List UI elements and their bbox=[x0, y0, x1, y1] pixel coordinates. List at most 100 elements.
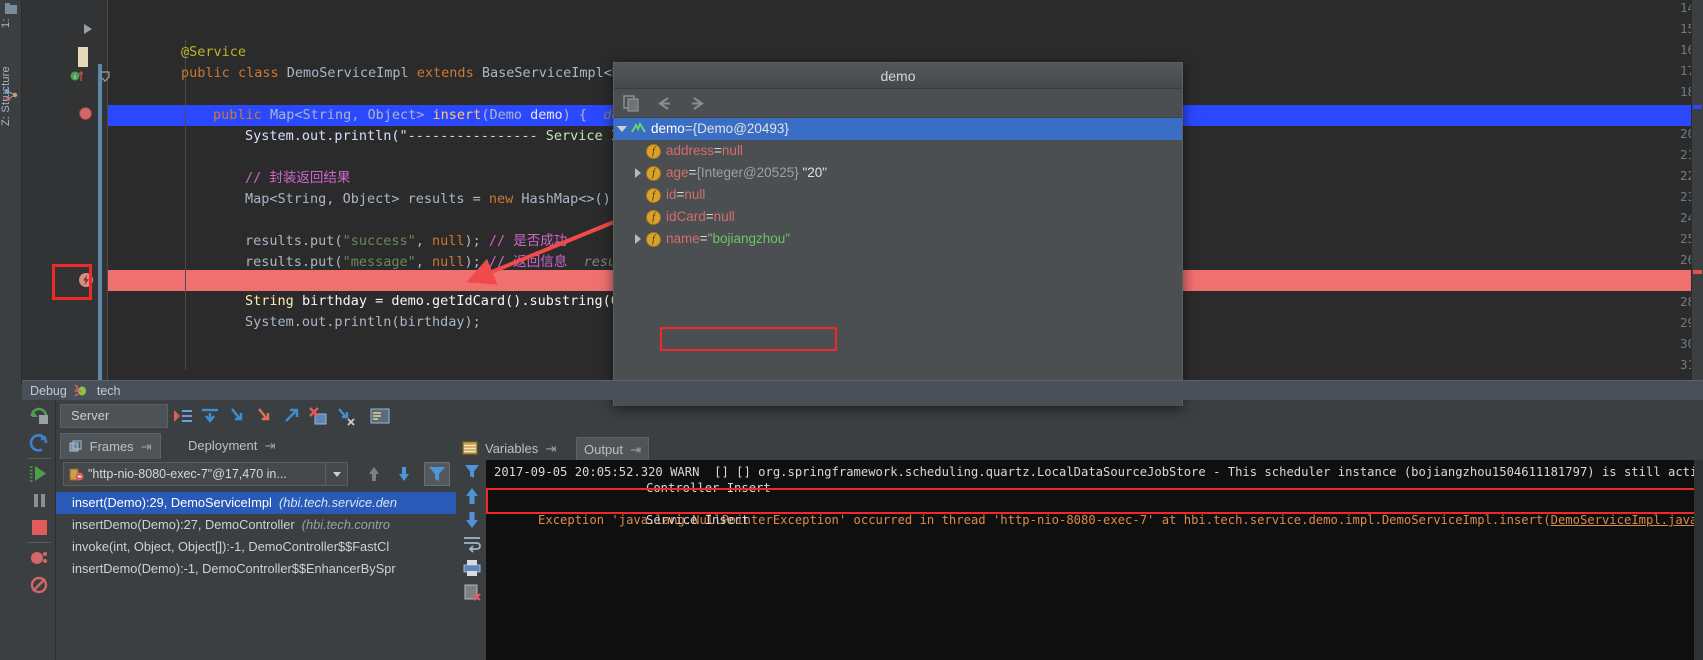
method-entry-marker-icon[interactable]: i bbox=[70, 69, 84, 83]
variables-icon bbox=[462, 441, 478, 455]
frame-pkg-1: (hbi.tech.contro bbox=[301, 517, 390, 532]
twisty-placeholder-id bbox=[630, 184, 646, 206]
tab-deployment-label: Deployment bbox=[188, 438, 258, 453]
up-arrow-icon[interactable] bbox=[365, 464, 383, 484]
println-birthday: System.out.println(birthday); bbox=[245, 314, 481, 330]
stop-icon[interactable] bbox=[29, 517, 50, 538]
print-icon[interactable] bbox=[462, 558, 482, 578]
chevron-down-icon[interactable] bbox=[325, 463, 347, 485]
run-gutter-icon[interactable] bbox=[82, 22, 94, 36]
variable-row-idcard[interactable]: f idCard = null bbox=[614, 206, 1182, 228]
editor-error-stripe[interactable] bbox=[1691, 0, 1703, 385]
kw-class: class bbox=[237, 65, 279, 81]
frame-filter-button[interactable] bbox=[424, 462, 450, 486]
force-step-into-icon[interactable] bbox=[253, 405, 275, 427]
frame-row-0[interactable]: insert(Demo):29, DemoServiceImpl (hbi.te… bbox=[56, 492, 456, 514]
variable-name-idcard: idCard bbox=[666, 209, 706, 224]
forward-arrow-icon[interactable] bbox=[688, 94, 707, 113]
tab-server[interactable]: Server bbox=[60, 404, 168, 428]
console-output[interactable]: 2017-09-05 20:05:52.320 WARN [] [] org.s… bbox=[486, 460, 1703, 660]
variable-value-id: null bbox=[684, 187, 706, 202]
tab-server-label: Server bbox=[71, 408, 110, 423]
variable-ref-age: {Integer@20525} bbox=[696, 165, 799, 180]
results-var: results = bbox=[399, 191, 489, 207]
clear-all-icon[interactable] bbox=[462, 582, 482, 602]
tab-output[interactable]: Output ⇥ bbox=[576, 437, 650, 460]
variable-name-demo: demo bbox=[651, 121, 685, 136]
thread-selector[interactable]: "http-nio-8080-exec-7"@17,470 in... bbox=[63, 462, 348, 486]
show-execution-point-icon[interactable] bbox=[172, 405, 194, 427]
popup-toolbar[interactable] bbox=[614, 89, 1182, 118]
expand-twisty-name[interactable] bbox=[630, 228, 646, 250]
console-side-toolbar[interactable] bbox=[456, 460, 486, 660]
back-arrow-icon[interactable] bbox=[655, 94, 674, 113]
println-call: System.out.println( bbox=[245, 128, 400, 144]
drop-frame-icon[interactable] bbox=[307, 405, 329, 427]
frame-nav-buttons[interactable] bbox=[365, 464, 413, 484]
filter-icon bbox=[429, 467, 445, 481]
annotation-box-gutter-line-29 bbox=[52, 264, 92, 300]
eq-name: = bbox=[699, 231, 708, 246]
tab-variables-label: Variables bbox=[485, 441, 539, 456]
frame-row-3[interactable]: insertDemo(Demo):-1, DemoController$$Enh… bbox=[56, 558, 456, 580]
variable-row-id[interactable]: f id = null bbox=[614, 184, 1182, 206]
mute-breakpoints-icon[interactable] bbox=[29, 575, 50, 596]
variables-output-tabs[interactable]: Variables ⇥ Output ⇥ bbox=[456, 436, 1703, 460]
code-line-25: results.put("success", null); // 是否成功 bbox=[245, 233, 568, 249]
exception-source-link[interactable]: DemoServiceImpl.java:29 bbox=[1551, 513, 1703, 527]
debug-subtabs[interactable]: Frames ⇥ Deployment ⇥ bbox=[56, 433, 456, 459]
step-into-icon[interactable] bbox=[226, 405, 248, 427]
tab-deployment[interactable]: Deployment ⇥ bbox=[180, 433, 284, 459]
copy-value-icon[interactable] bbox=[622, 94, 641, 113]
run-to-cursor-icon[interactable] bbox=[334, 405, 356, 427]
variable-row-demo[interactable]: demo = {Demo@20493} bbox=[614, 118, 1182, 140]
variable-row-age[interactable]: f age = {Integer@20525} "20" bbox=[614, 162, 1182, 184]
evaluate-expression-icon[interactable] bbox=[369, 405, 391, 427]
console-line-service-insert: Service Insert bbox=[646, 513, 749, 527]
variable-row-name[interactable]: f name = "bojiangzhou" bbox=[614, 228, 1182, 250]
console-scrollbar[interactable] bbox=[1694, 460, 1703, 660]
tab-frames[interactable]: Frames ⇥ bbox=[60, 433, 161, 459]
tab-output-label: Output bbox=[584, 442, 624, 457]
tab-variables[interactable]: Variables ⇥ bbox=[478, 437, 563, 460]
debug-actions-strip[interactable] bbox=[22, 400, 56, 660]
down-arrow-icon[interactable] bbox=[395, 464, 413, 484]
soft-wrap-icon[interactable] bbox=[462, 534, 482, 554]
variable-value-name: "bojiangzhou" bbox=[707, 231, 791, 246]
frames-list[interactable]: insert(Demo):29, DemoServiceImpl (hbi.te… bbox=[56, 492, 456, 660]
rerun-icon[interactable] bbox=[29, 406, 50, 427]
eq-demo: = bbox=[684, 121, 693, 136]
step-over-icon[interactable] bbox=[199, 405, 221, 427]
expand-twisty-age[interactable] bbox=[630, 162, 646, 184]
variable-value-address: null bbox=[721, 143, 743, 158]
frames-icon bbox=[69, 440, 82, 452]
debug-toolwindow-header[interactable]: Debug tech bbox=[22, 380, 1703, 400]
debug-server-toolbar[interactable]: Server bbox=[56, 402, 456, 430]
pause-program-icon[interactable] bbox=[29, 490, 50, 511]
modified-lines-marker bbox=[78, 47, 88, 67]
step-out-icon[interactable] bbox=[280, 405, 302, 427]
popup-variable-tree[interactable]: demo = {Demo@20493} f address = null f a… bbox=[614, 118, 1182, 406]
filter-icon[interactable] bbox=[462, 462, 482, 482]
rerun-failed-tests-icon[interactable] bbox=[29, 433, 50, 454]
code-line-30: System.out.println(birthday); bbox=[180, 291, 481, 330]
twisty-placeholder-address bbox=[630, 140, 646, 162]
step-toolbar[interactable] bbox=[172, 405, 391, 427]
frame-row-2[interactable]: invoke(int, Object, Object[]):-1, DemoCo… bbox=[56, 536, 456, 558]
field-icon: f bbox=[646, 209, 661, 225]
variable-row-address[interactable]: f address = null bbox=[614, 140, 1182, 162]
view-breakpoints-icon[interactable] bbox=[29, 548, 50, 569]
debug-title: Debug bbox=[30, 384, 67, 398]
expand-twisty-demo[interactable] bbox=[614, 118, 630, 140]
frame-row-1[interactable]: insertDemo(Demo):27, DemoController (hbi… bbox=[56, 514, 456, 536]
resume-program-icon[interactable] bbox=[29, 463, 50, 484]
editor-gutter[interactable] bbox=[22, 0, 78, 385]
eq-address: = bbox=[714, 143, 722, 158]
breakpoint-disabled-icon[interactable] bbox=[79, 107, 92, 120]
scroll-up-icon[interactable] bbox=[462, 486, 482, 506]
scroll-down-icon[interactable] bbox=[462, 510, 482, 530]
frame-method-0: insert(Demo):29, DemoServiceImpl bbox=[72, 495, 272, 510]
variable-inspect-popup[interactable]: demo demo = {Demo@20493} f address = nul… bbox=[613, 62, 1183, 406]
put-end-26: ); bbox=[464, 254, 481, 270]
eq-idcard: = bbox=[705, 209, 714, 224]
